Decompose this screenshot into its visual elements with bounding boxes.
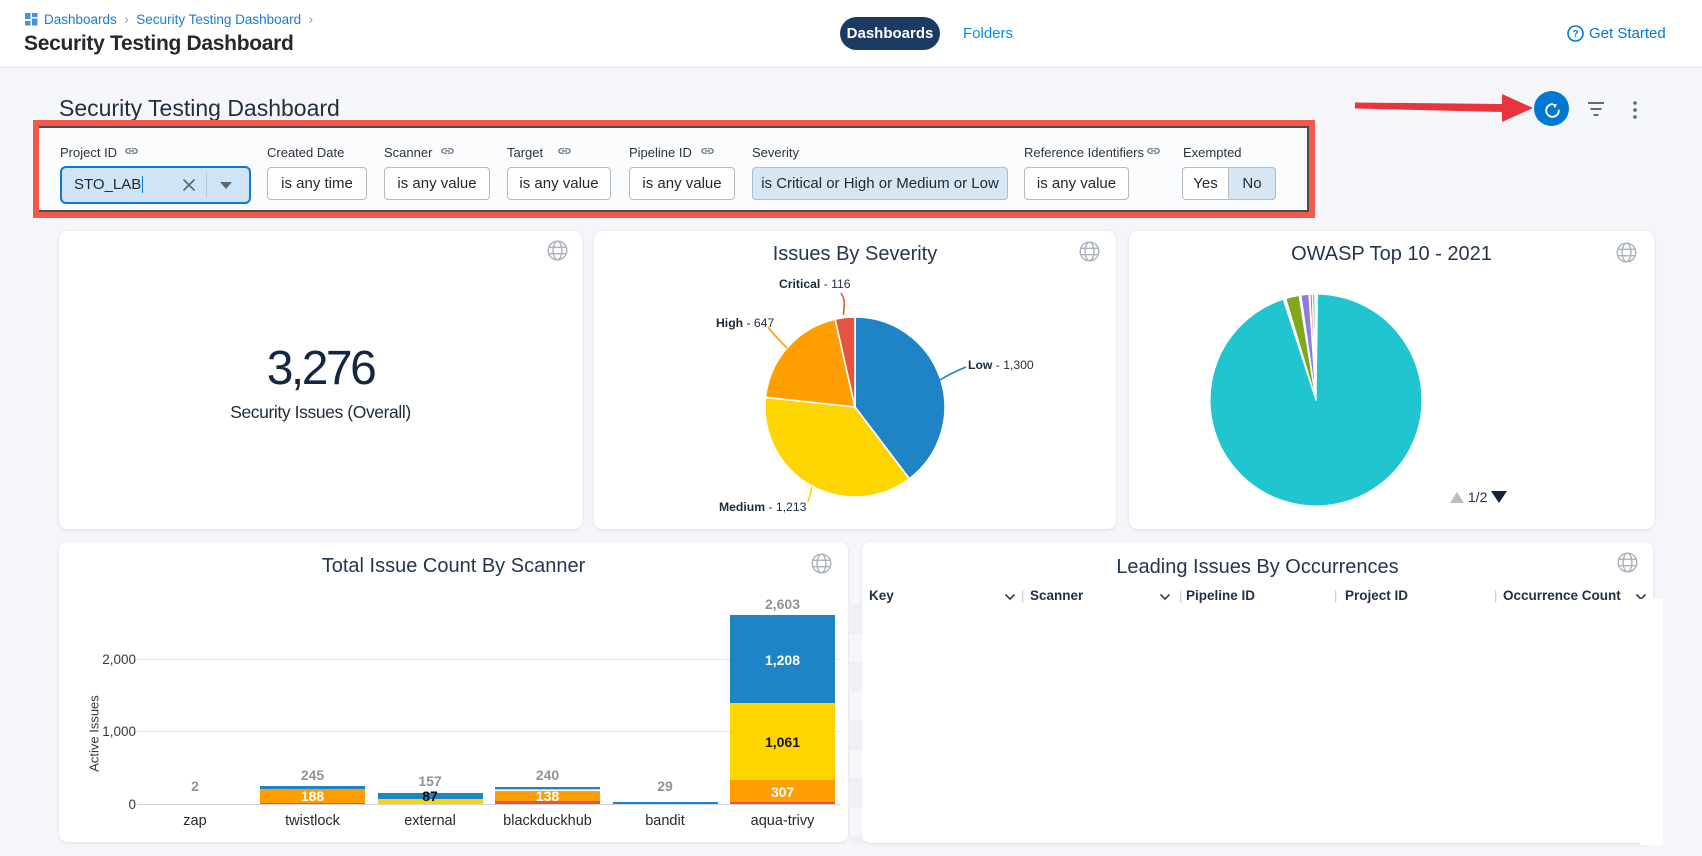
svg-text:Low - 1,300: Low - 1,300 (968, 358, 1034, 372)
svg-text:Medium - 1,213: Medium - 1,213 (719, 500, 807, 514)
svg-text:?: ? (1572, 29, 1578, 40)
svg-text:Critical - 116: Critical - 116 (779, 277, 851, 291)
svg-text:High - 647: High - 647 (716, 316, 774, 330)
